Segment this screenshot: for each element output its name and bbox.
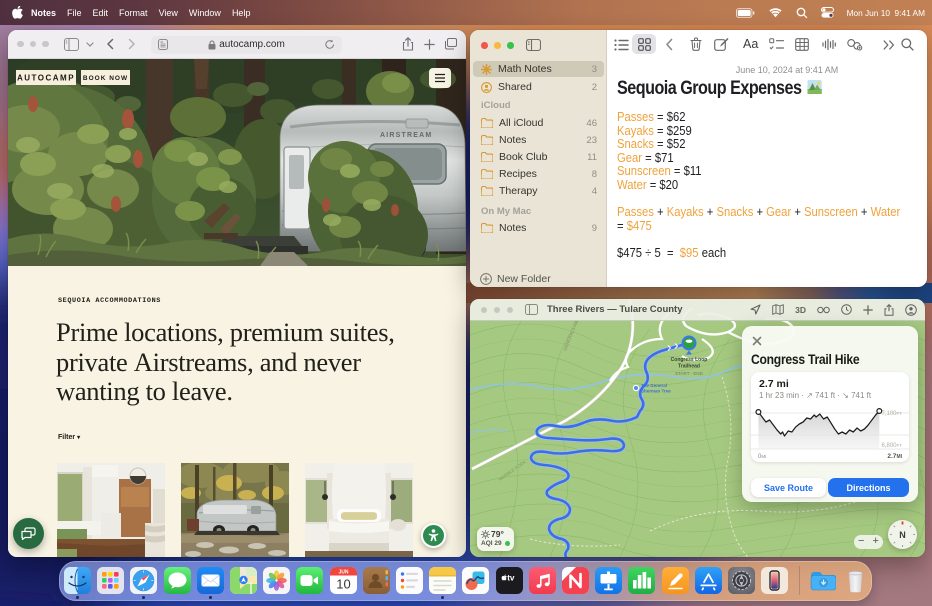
svg-text:JUN: JUN — [338, 570, 348, 576]
svg-text:10: 10 — [336, 577, 350, 592]
svg-text:6,800FT: 6,800FT — [881, 443, 902, 449]
svg-text:Sherman Tree: Sherman Tree — [641, 389, 671, 394]
svg-text:Trailhead: Trailhead — [678, 364, 700, 370]
svg-text:2.7MI: 2.7MI — [887, 453, 902, 460]
svg-text:AUTOCAMP: AUTOCAMP — [17, 74, 75, 83]
svg-text:0MI: 0MI — [758, 454, 766, 460]
svg-text:tv: tv — [507, 573, 515, 582]
svg-text:Congress Loop: Congress Loop — [671, 357, 708, 363]
svg-text:7,100FT: 7,100FT — [881, 411, 902, 417]
svg-text:N: N — [899, 530, 906, 540]
svg-text:START · END: START · END — [675, 371, 704, 376]
svg-text:AIRSTREAM: AIRSTREAM — [380, 132, 432, 139]
svg-text:BOOK NOW: BOOK NOW — [83, 75, 128, 82]
svg-text:The General: The General — [641, 383, 667, 388]
